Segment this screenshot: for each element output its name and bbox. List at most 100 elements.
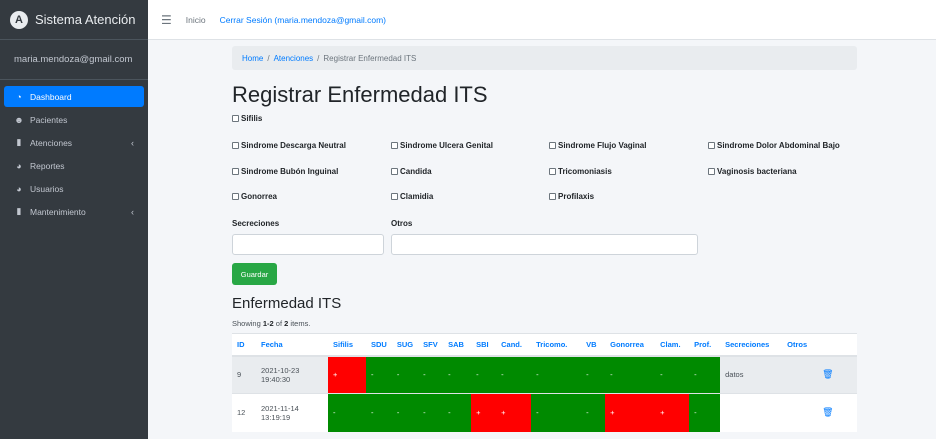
sidebar-item-atenciones[interactable]: ▮ Atenciones ‹ bbox=[4, 132, 144, 153]
cell-flag: - bbox=[391, 393, 419, 432]
checkbox-label: Sindrome Descarga Neutral bbox=[241, 141, 346, 150]
col-header-prof[interactable]: Prof. bbox=[689, 333, 721, 357]
summary-range: 1-2 bbox=[262, 319, 274, 328]
col-header-sab[interactable]: SAB bbox=[443, 333, 472, 357]
sidebar-item-label: Pacientes bbox=[30, 114, 68, 125]
cell-fecha: 2021-11-14 13:19:19 bbox=[256, 393, 328, 432]
secreciones-label: Secreciones bbox=[232, 219, 280, 228]
its-table: ID Fecha Sifilis SDU SUG SFV SAB SBI Can… bbox=[232, 333, 857, 432]
cell-id: 9 bbox=[232, 355, 256, 394]
checkbox-box[interactable] bbox=[391, 193, 398, 200]
breadcrumb-current: Registrar Enfermedad ITS bbox=[323, 53, 417, 63]
col-header-sfv[interactable]: SFV bbox=[418, 333, 444, 357]
cell-flag: - bbox=[605, 355, 656, 394]
user-panel[interactable]: maria.mendoza@gmail.com bbox=[0, 40, 148, 80]
col-header-vb[interactable]: VB bbox=[581, 333, 606, 357]
book-icon: ▮ bbox=[16, 137, 22, 147]
book-icon: ▮ bbox=[16, 206, 22, 216]
checkbox-box[interactable] bbox=[549, 193, 556, 200]
checkbox-clamidia[interactable]: Clamidia bbox=[391, 192, 433, 201]
col-header-secreciones[interactable]: Secreciones bbox=[720, 333, 783, 357]
save-button[interactable]: Guardar bbox=[232, 263, 277, 285]
checkbox-sug[interactable]: Sindrome Ulcera Genital bbox=[391, 141, 493, 150]
brand-title: Sistema Atención bbox=[35, 12, 136, 27]
chevron-left-icon: ‹ bbox=[131, 137, 134, 148]
checkbox-box[interactable] bbox=[232, 193, 239, 200]
dashboard-icon: ◔ bbox=[16, 91, 22, 102]
col-header-cand[interactable]: Cand. bbox=[496, 333, 532, 357]
cell-flag: + bbox=[328, 355, 366, 394]
col-header-clam[interactable]: Clam. bbox=[655, 333, 690, 357]
summary-middle: of bbox=[273, 319, 285, 328]
checkbox-box[interactable] bbox=[232, 142, 239, 149]
breadcrumb-atenciones[interactable]: Atenciones bbox=[274, 54, 314, 63]
sidebar-item-label: Atenciones bbox=[30, 137, 73, 148]
checkbox-profilaxis[interactable]: Profilaxis bbox=[549, 192, 594, 201]
cell-flag: - bbox=[443, 355, 472, 394]
sidebar-item-pacientes[interactable]: ☻ Pacientes bbox=[4, 109, 144, 130]
checkbox-vaginosis[interactable]: Vaginosis bacteriana bbox=[708, 167, 797, 176]
user-email[interactable]: maria.mendoza@gmail.com bbox=[14, 54, 132, 65]
checkbox-candida[interactable]: Candida bbox=[391, 167, 432, 176]
sidebar-item-label: Mantenimiento bbox=[30, 206, 86, 217]
sidebar-item-reportes[interactable]: ◕ Reportes bbox=[4, 155, 144, 176]
col-header-sug[interactable]: SUG bbox=[391, 333, 419, 357]
col-header-sdu[interactable]: SDU bbox=[366, 333, 392, 357]
checkbox-box[interactable] bbox=[391, 168, 398, 175]
cell-flag: - bbox=[581, 393, 606, 432]
checkbox-sbi[interactable]: Sindrome Bubón Inguinal bbox=[232, 167, 338, 176]
otros-input[interactable] bbox=[391, 234, 698, 255]
checkbox-gonorrea[interactable]: Gonorrea bbox=[232, 192, 277, 201]
cell-flag: - bbox=[689, 393, 721, 432]
menu-toggle-icon[interactable]: ☰ bbox=[161, 13, 172, 27]
cell-actions: 🗑 bbox=[817, 393, 857, 432]
cell-fecha-date: 2021-11-14 bbox=[261, 403, 299, 413]
checkbox-box[interactable] bbox=[232, 168, 239, 175]
summary-suffix: items. bbox=[288, 319, 311, 328]
col-header-sbi[interactable]: SBI bbox=[471, 333, 497, 357]
otros-label: Otros bbox=[391, 219, 413, 228]
checkbox-box[interactable] bbox=[549, 168, 556, 175]
col-header-sifilis[interactable]: Sifilis bbox=[328, 333, 366, 357]
nav-link-inicio[interactable]: Inicio bbox=[186, 15, 206, 25]
cell-fecha: 2021-10-23 19:40:30 bbox=[256, 355, 328, 394]
checkbox-box[interactable] bbox=[549, 142, 556, 149]
checkbox-sifilis[interactable]: Sifilis bbox=[232, 114, 262, 123]
checkbox-box[interactable] bbox=[708, 142, 715, 149]
trash-icon[interactable]: 🗑 bbox=[822, 369, 833, 379]
breadcrumb: Home / Atenciones / Registrar Enfermedad… bbox=[232, 46, 857, 70]
checkbox-box[interactable] bbox=[391, 142, 398, 149]
cell-flag: + bbox=[655, 393, 690, 432]
col-header-otros[interactable]: Otros bbox=[782, 333, 818, 357]
table-row: 12 2021-11-14 13:19:19 - - - - - + + - - … bbox=[232, 393, 857, 432]
checkbox-tricomoniasis[interactable]: Tricomoniasis bbox=[549, 167, 612, 176]
checkbox-label: Profilaxis bbox=[558, 192, 595, 201]
sidebar-item-dashboard[interactable]: ◔ Dashboard bbox=[4, 86, 144, 107]
cell-flag: - bbox=[391, 355, 419, 394]
col-header-fecha[interactable]: Fecha bbox=[256, 333, 328, 357]
cell-otros bbox=[782, 355, 818, 394]
brand-logo-icon: A bbox=[10, 10, 28, 29]
col-header-gonorrea[interactable]: Gonorrea bbox=[605, 333, 656, 357]
page-title: Registrar Enfermedad ITS bbox=[232, 82, 488, 107]
sidebar-item-mantenimiento[interactable]: ▮ Mantenimiento ‹ bbox=[4, 201, 144, 222]
breadcrumb-home[interactable]: Home bbox=[242, 54, 263, 63]
col-header-id[interactable]: ID bbox=[232, 333, 256, 357]
checkbox-sfv[interactable]: Sindrome Flujo Vaginal bbox=[549, 141, 646, 150]
cell-flag: - bbox=[418, 393, 444, 432]
cell-fecha-time: 13:19:19 bbox=[261, 412, 291, 422]
col-header-tricomo[interactable]: Tricomo. bbox=[531, 333, 582, 357]
secreciones-input[interactable] bbox=[232, 234, 384, 255]
brand[interactable]: A Sistema Atención bbox=[0, 0, 148, 40]
checkbox-box[interactable] bbox=[708, 168, 715, 175]
logout-link[interactable]: Cerrar Sesión (maria.mendoza@gmail.com) bbox=[220, 15, 386, 25]
trash-icon[interactable]: 🗑 bbox=[822, 407, 833, 417]
cell-fecha-date: 2021-10-23 bbox=[261, 365, 300, 375]
checkbox-sdn[interactable]: Sindrome Descarga Neutral bbox=[232, 141, 346, 150]
sidebar-item-usuarios[interactable]: ◕ Usuarios bbox=[4, 178, 144, 199]
chart-pie-icon: ◕ bbox=[16, 183, 22, 194]
checkbox-sdab[interactable]: Sindrome Dolor Abdominal Bajo bbox=[708, 141, 840, 150]
checkbox-box[interactable] bbox=[232, 115, 239, 122]
checkbox-label: Sindrome Ulcera Genital bbox=[400, 141, 493, 150]
cell-id: 12 bbox=[232, 393, 256, 432]
